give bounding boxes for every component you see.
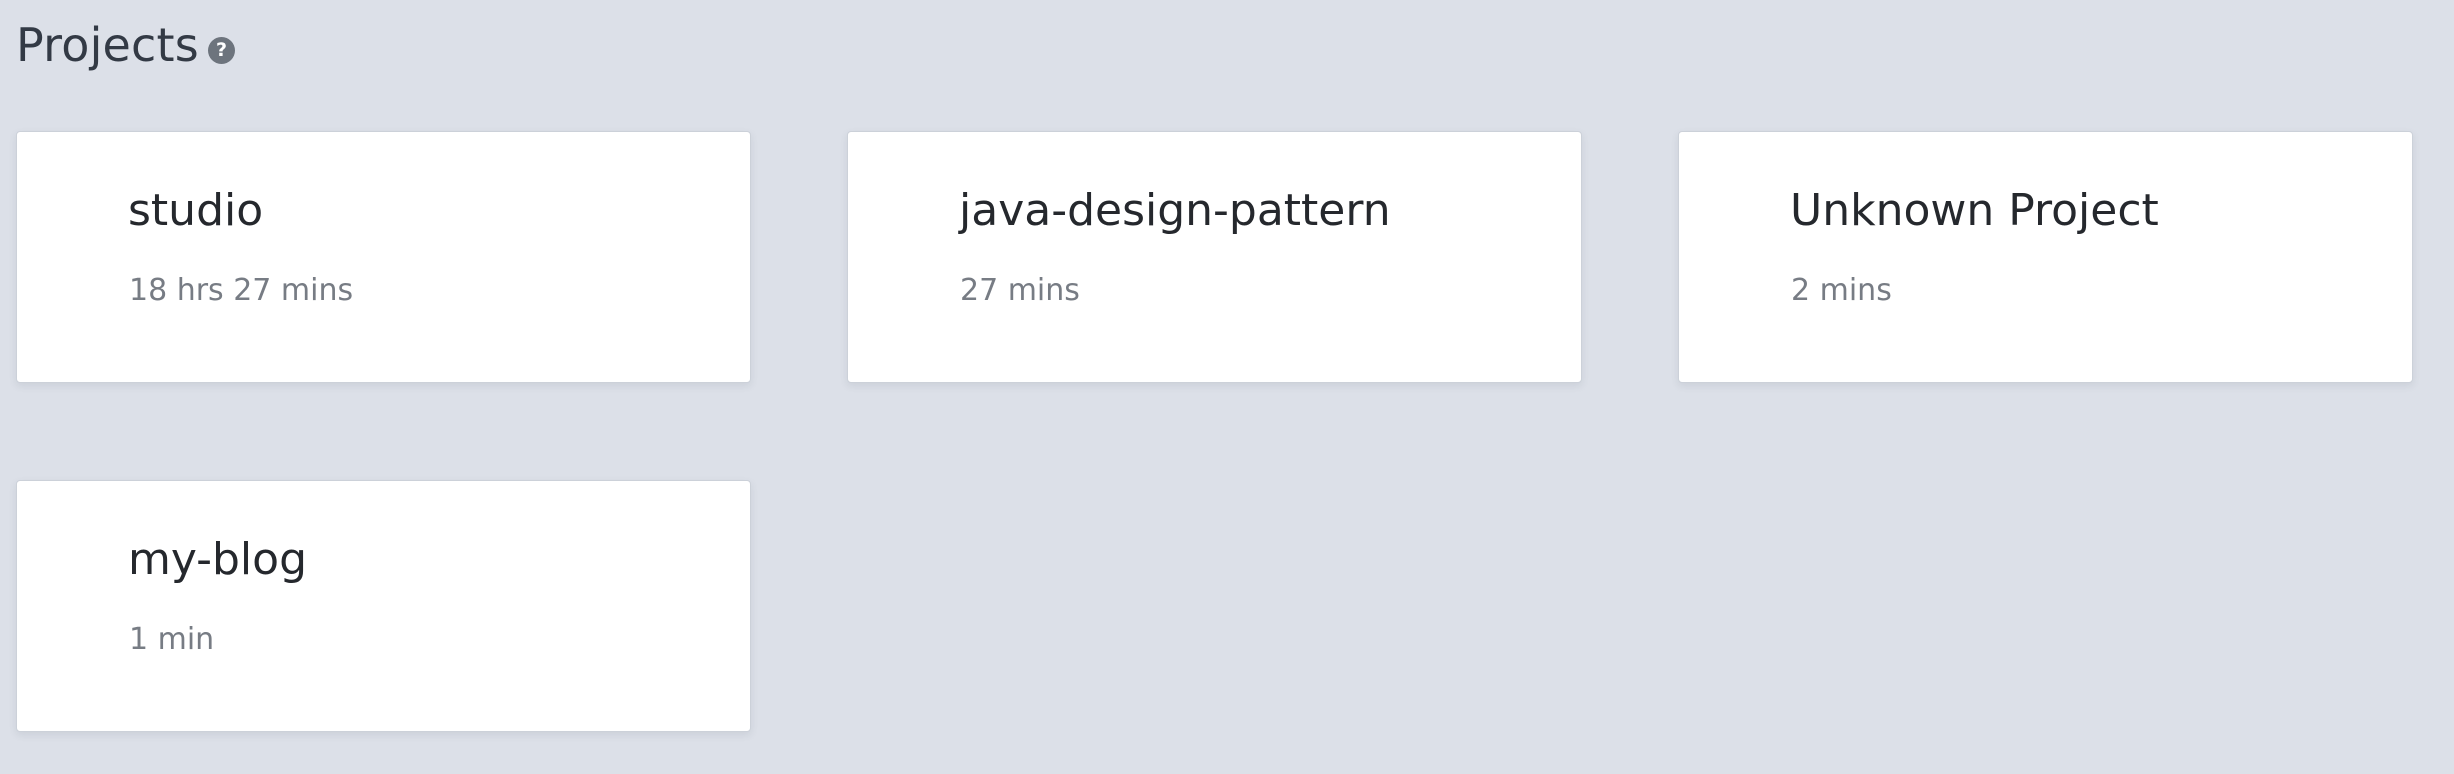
project-time: 18 hrs 27 mins <box>129 273 354 308</box>
project-time: 27 mins <box>960 273 1080 308</box>
project-name: java-design-pattern <box>959 185 1391 236</box>
project-time: 2 mins <box>1791 273 1892 308</box>
help-icon[interactable]: ? <box>207 36 235 64</box>
project-name: Unknown Project <box>1790 185 2159 236</box>
project-card[interactable]: studio 18 hrs 27 mins <box>16 131 751 383</box>
projects-grid: studio 18 hrs 27 mins java-design-patter… <box>16 131 2413 732</box>
project-card[interactable]: my-blog 1 min <box>16 480 751 732</box>
project-card[interactable]: Unknown Project 2 mins <box>1678 131 2413 383</box>
page-title: Projects <box>16 18 199 72</box>
project-name: studio <box>128 185 264 236</box>
page-header: Projects ? <box>16 14 235 76</box>
project-card[interactable]: java-design-pattern 27 mins <box>847 131 1582 383</box>
project-name: my-blog <box>128 534 308 585</box>
project-time: 1 min <box>129 622 215 657</box>
